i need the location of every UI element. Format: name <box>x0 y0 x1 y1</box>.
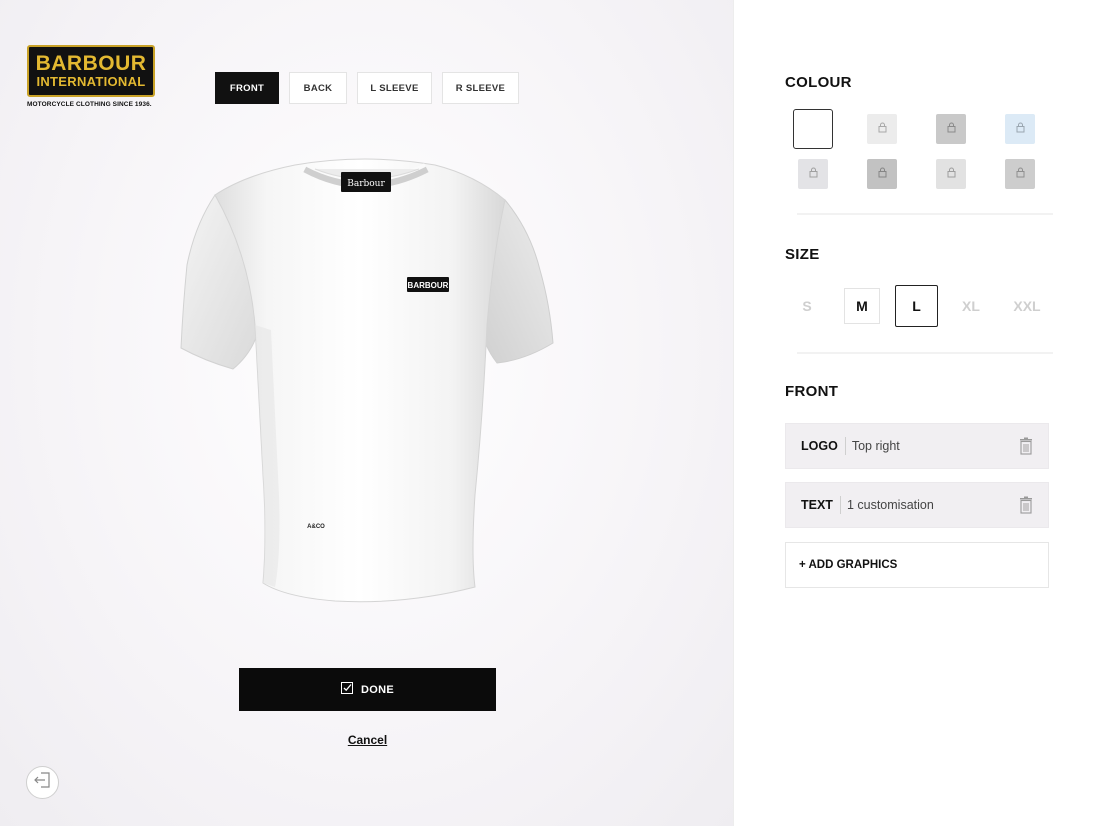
done-label: DONE <box>361 683 394 696</box>
size-s[interactable]: S <box>796 288 818 324</box>
brand-logo: BARBOUR INTERNATIONAL MOTORCYCLE CLOTHIN… <box>27 45 155 108</box>
tshirt-preview[interactable]: Barbour BARBOUR A&CO <box>175 155 565 605</box>
lock-icon <box>1016 165 1025 183</box>
row-label: LOGO <box>786 437 846 455</box>
brand-logo-mark: BARBOUR INTERNATIONAL <box>27 45 155 97</box>
size-xl[interactable]: XL <box>956 288 986 324</box>
lock-icon <box>878 165 887 183</box>
brand-line1: BARBOUR <box>35 52 147 75</box>
row-label: TEXT <box>786 496 841 514</box>
tshirt-illustration: Barbour BARBOUR A&CO <box>180 158 554 603</box>
tab-r-sleeve[interactable]: R SLEEVE <box>442 72 519 104</box>
separator <box>797 213 1053 215</box>
brand-tagline: MOTORCYCLE CLOTHING SINCE 1936. <box>27 101 152 108</box>
row-value: 1 customisation <box>846 498 934 512</box>
options-panel: COLOUR SIZE S M L XL XXL FRONT LOGO Top … <box>734 0 1100 826</box>
exit-icon <box>33 772 52 793</box>
swatch-1[interactable] <box>793 109 833 149</box>
trash-icon[interactable] <box>1019 437 1033 455</box>
front-title: FRONT <box>785 383 839 400</box>
add-graphics-button[interactable]: + ADD GRAPHICS <box>785 542 1049 588</box>
size-l[interactable]: L <box>895 285 938 327</box>
size-title: SIZE <box>785 246 820 263</box>
view-tabs: FRONT BACK L SLEEVE R SLEEVE <box>215 72 519 104</box>
separator <box>797 352 1053 354</box>
colour-title: COLOUR <box>785 74 852 91</box>
done-button[interactable]: DONE <box>239 668 496 711</box>
swatch-3[interactable] <box>936 114 966 144</box>
swatch-6[interactable] <box>867 159 897 189</box>
text-customisation-row[interactable]: TEXT 1 customisation <box>785 482 1049 528</box>
lock-icon <box>878 120 887 138</box>
size-xxl[interactable]: XXL <box>1008 288 1046 324</box>
swatch-4[interactable] <box>1005 114 1035 144</box>
hem-text: A&CO <box>307 524 325 530</box>
lock-icon <box>947 165 956 183</box>
chest-logo-text: BARBOUR <box>408 281 449 290</box>
product-stage: BARBOUR INTERNATIONAL MOTORCYCLE CLOTHIN… <box>0 0 733 826</box>
swatch-7[interactable] <box>936 159 966 189</box>
lock-icon <box>947 120 956 138</box>
tab-l-sleeve[interactable]: L SLEEVE <box>357 72 432 104</box>
neck-label-text: Barbour <box>347 179 385 189</box>
trash-icon[interactable] <box>1019 496 1033 514</box>
swatch-5[interactable] <box>798 159 828 189</box>
size-m[interactable]: M <box>844 288 880 324</box>
brand-line2: INTERNATIONAL <box>36 74 146 89</box>
lock-icon <box>809 165 818 183</box>
row-value: Top right <box>851 439 900 453</box>
logo-customisation-row[interactable]: LOGO Top right <box>785 423 1049 469</box>
exit-button[interactable] <box>26 766 59 799</box>
lock-icon <box>1016 120 1025 138</box>
tab-front[interactable]: FRONT <box>215 72 279 104</box>
swatch-8[interactable] <box>1005 159 1035 189</box>
swatch-2[interactable] <box>867 114 897 144</box>
check-icon <box>341 682 353 697</box>
tab-back[interactable]: BACK <box>289 72 347 104</box>
cancel-link[interactable]: Cancel <box>239 733 496 747</box>
